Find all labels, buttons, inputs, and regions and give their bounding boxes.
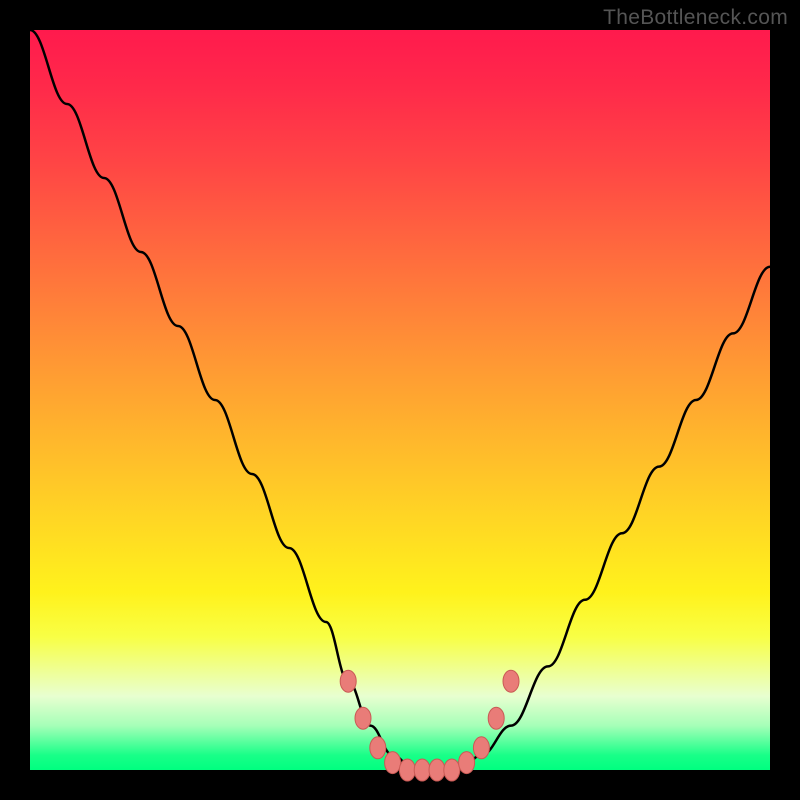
curve-svg bbox=[30, 30, 770, 770]
plot-area bbox=[30, 30, 770, 770]
optimal-range-markers bbox=[340, 670, 519, 781]
bottleneck-curve bbox=[30, 30, 770, 770]
chart-frame: TheBottleneck.com bbox=[0, 0, 800, 800]
watermark-text: TheBottleneck.com bbox=[603, 6, 788, 30]
